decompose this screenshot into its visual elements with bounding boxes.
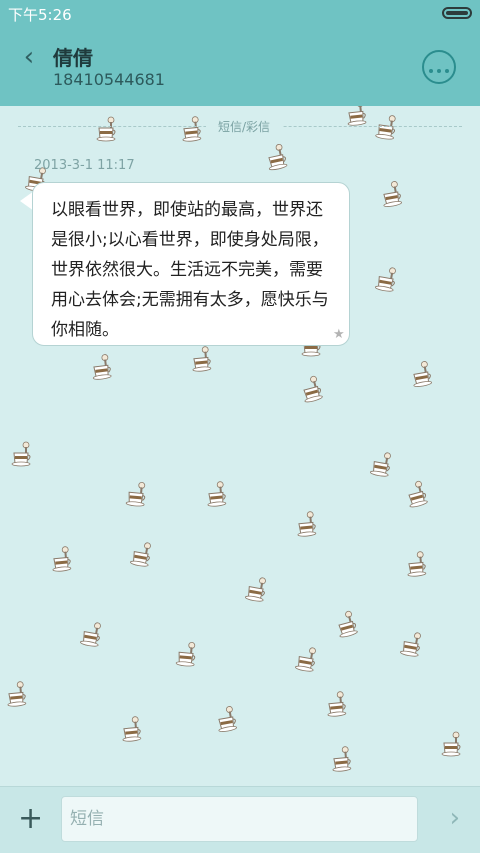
battery-icon [442,7,472,19]
coffee-cup-icon [243,574,271,604]
coffee-cup-icon [373,112,400,141]
coffee-cup-icon [440,731,464,757]
coffee-cup-icon [49,545,75,573]
status-bar: 下午5:26 [0,0,480,26]
chevron-left-icon: ‹ [23,42,35,72]
coffee-cup-icon [89,353,116,382]
coffee-cup-icon [10,441,34,467]
coffee-cup-icon [297,373,327,404]
chevron-right-icon: › [449,803,460,833]
coffee-cup-icon [189,345,215,373]
plus-icon: + [18,801,44,836]
conversation-header: ‹ 倩倩 18410544681 [0,26,480,106]
coffee-cup-icon [402,478,432,509]
coffee-cup-icon [368,449,396,479]
coffee-cup-icon [174,640,200,668]
back-button[interactable]: ‹ [14,42,44,72]
coffee-cup-icon [408,359,436,389]
more-options-button[interactable] [422,50,456,84]
add-attachment-button[interactable]: + [18,804,43,834]
message-bubble[interactable]: 以眼看世界，即使站的最高，世界还是很小;以心看世界，即使身处局限，世界依然很大。… [32,182,350,346]
coffee-cup-icon [263,142,292,172]
star-icon[interactable]: ★ [333,327,345,342]
coffee-cup-icon [179,115,205,143]
coffee-cup-icon [294,510,320,538]
coffee-cup-icon [128,539,156,569]
coffee-cup-icon [95,116,119,142]
coffee-cup-icon [344,106,371,127]
coffee-cup-icon [4,680,30,708]
coffee-cup-icon [373,264,401,294]
message-timestamp: 2013-3-1 11:17 [34,158,135,173]
status-time: 下午5:26 [8,6,72,24]
coffee-cup-icon [293,644,321,674]
coffee-cup-icon [119,715,145,743]
coffee-cup-icon [378,179,406,209]
message-input[interactable] [61,796,418,842]
coffee-cup-icon [78,619,106,649]
message-text: 以眼看世界，即使站的最高，世界还是很小;以心看世界，即使身处局限，世界依然很大。… [51,200,329,340]
coffee-cup-icon [204,480,230,508]
contact-number: 18410544681 [53,70,165,89]
coffee-cup-icon [332,608,362,639]
coffee-cup-icon [404,550,430,578]
coffee-cup-icon [324,690,350,718]
coffee-cup-icon [329,745,355,773]
more-dots-icon [427,58,451,77]
composer-bar: + › [0,786,480,853]
message-type-label: 短信/彩信 [206,118,282,135]
coffee-cup-icon [398,629,426,659]
coffee-cup-icon [124,480,150,508]
send-button[interactable]: › [450,805,460,831]
contact-name: 倩倩 [53,46,93,70]
coffee-cup-icon [213,704,241,734]
